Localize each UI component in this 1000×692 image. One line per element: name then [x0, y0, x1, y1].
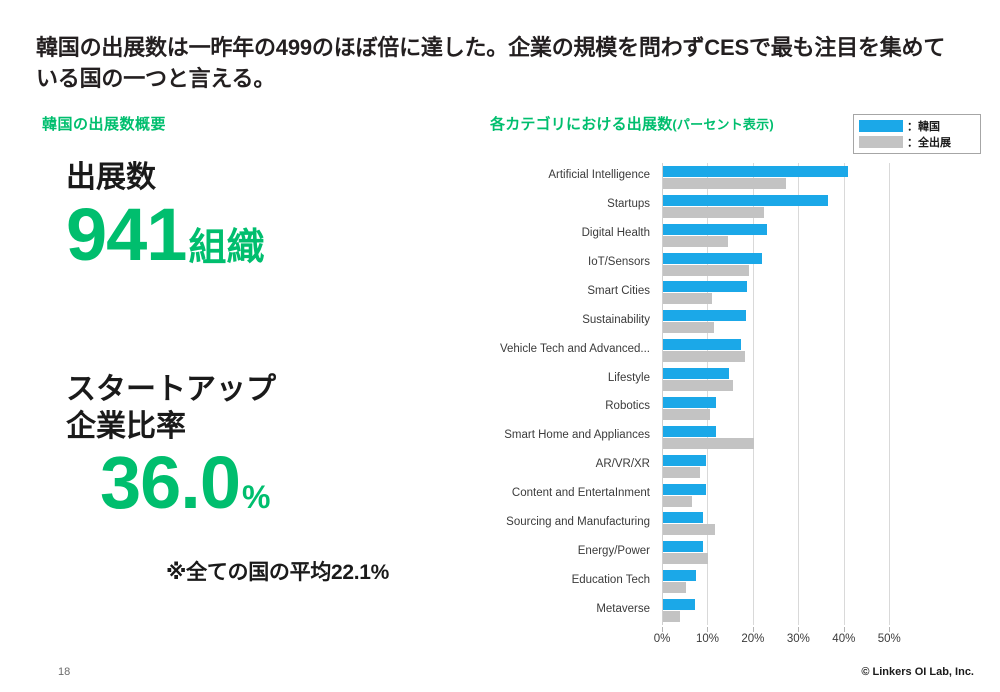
bar-all	[663, 177, 787, 189]
bar-all	[663, 235, 728, 247]
stat-startup-ratio-label-line1: スタートアップ	[66, 373, 276, 406]
gridline-30	[798, 163, 800, 625]
category-label: AR/VR/XR	[595, 458, 650, 471]
legend-item-korea: ：韓国	[859, 120, 975, 133]
bar-korea	[663, 425, 716, 437]
category-label: Digital Health	[581, 227, 650, 240]
stat-exhibitors-value-row: 941 組織	[66, 192, 265, 276]
category-label: Startups	[607, 198, 650, 211]
x-tick-label: 30%	[786, 633, 810, 645]
bar-all	[663, 206, 764, 218]
category-label: Artificial Intelligence	[548, 169, 650, 182]
bar-korea	[663, 194, 828, 206]
slide: 韓国の出展数は一昨年の499のほぼ倍に達した。企業の規模を問わずCESで最も注目…	[0, 0, 1000, 692]
stat-startup-ratio-label-line2: 企業比率	[66, 409, 186, 443]
chart-title-main: 各カテゴリにおける出展数	[490, 116, 673, 133]
stat-startup-ratio: スタートアップ 企業比率 36.0 %	[66, 372, 276, 520]
bar-korea	[663, 368, 729, 380]
bar-all	[663, 264, 750, 276]
stat-exhibitors-label: 出展数	[66, 161, 156, 194]
x-tick-label: 10%	[695, 633, 719, 645]
category-label: Education Tech	[571, 573, 650, 586]
gridline-50	[889, 163, 891, 625]
bar-all	[663, 293, 713, 305]
bar-korea	[663, 512, 703, 524]
slide-headline: 韓国の出展数は一昨年の499のほぼ倍に達した。企業の規模を問わずCESで最も注目…	[36, 35, 946, 92]
legend-item-all: ：全出展	[859, 136, 975, 149]
bar-chart: Artificial Intelligence Startups Digital H…	[470, 163, 940, 645]
bar-all	[663, 524, 715, 536]
gridline-40	[843, 163, 845, 625]
stat-startup-ratio-unit: %	[242, 479, 271, 516]
bar-all	[663, 495, 692, 507]
bar-all	[663, 582, 687, 594]
stat-exhibitors-value: 941	[66, 192, 187, 276]
x-tick-40	[843, 627, 845, 632]
x-tick-0	[662, 627, 663, 632]
x-tick-label: 40%	[832, 633, 856, 645]
bar-all	[663, 322, 714, 334]
category-label: Sourcing and Manufacturing	[506, 515, 650, 528]
bar-all	[663, 408, 711, 420]
stat-exhibitors-unit: 組織	[188, 226, 265, 269]
category-label: Smart Cities	[587, 284, 650, 297]
chart-title-paren: (パーセント表示)	[672, 117, 774, 132]
category-axis: Artificial Intelligence Startups Digital H…	[470, 163, 650, 625]
category-label: Sustainability	[582, 313, 650, 326]
stat-startup-ratio-value-row: 36.0 %	[100, 441, 276, 525]
bar-all	[663, 611, 680, 623]
x-tick-30	[798, 627, 800, 632]
category-label: Metaverse	[596, 602, 650, 615]
stat-startup-ratio-value: 36.0	[100, 441, 241, 525]
page-number: 18	[58, 666, 71, 678]
bar-korea	[663, 310, 746, 322]
category-label: Lifestyle	[607, 371, 650, 384]
bar-korea	[663, 223, 768, 235]
bar-korea	[663, 252, 763, 264]
bar-korea	[663, 570, 697, 582]
bar-korea	[663, 281, 747, 293]
category-label: IoT/Sensors	[588, 256, 650, 269]
category-label: Robotics	[605, 400, 650, 413]
bar-all	[663, 553, 708, 565]
bar-all	[663, 466, 700, 478]
legend-label-korea: ：韓国	[907, 121, 940, 133]
legend-swatch-all	[859, 136, 903, 148]
x-tick-10	[707, 627, 709, 632]
copyright-notice: © Linkers OI Lab, Inc.	[861, 666, 974, 678]
x-tick-50	[889, 627, 891, 632]
x-tick-label: 0%	[653, 633, 671, 645]
left-panel-subtitle: 韓国の出展数概要	[42, 116, 167, 133]
x-tick-label: 50%	[877, 633, 901, 645]
bar-korea	[663, 483, 706, 495]
category-label: Vehicle Tech and Advanced...	[499, 342, 650, 355]
chart-title: 各カテゴリにおける出展数(パーセント表示)	[490, 113, 774, 134]
bar-korea	[663, 165, 848, 177]
bar-all	[663, 437, 754, 449]
stat-exhibitors: 出展数 941 組織	[66, 160, 264, 271]
category-label: Smart Home and Appliances	[504, 429, 650, 442]
bar-korea	[663, 599, 696, 611]
bar-korea	[663, 396, 716, 408]
category-label: Content and EntertaInment	[511, 487, 650, 500]
bar-all	[663, 380, 733, 392]
x-tick-label: 20%	[741, 633, 765, 645]
x-tick-20	[752, 627, 754, 632]
bar-korea	[663, 339, 741, 351]
legend-swatch-korea	[859, 120, 903, 132]
chart-legend: ：韓国 ：全出展	[853, 114, 981, 154]
stat-startup-ratio-note: ※全ての国の平均22.1%	[166, 561, 390, 584]
bar-all	[663, 351, 745, 363]
category-label: Energy/Power	[577, 544, 650, 557]
plot-area: 0% 10% 20% 30% 40% 50%	[654, 163, 912, 645]
bar-korea	[663, 454, 706, 466]
bar-korea	[663, 541, 703, 553]
legend-label-all: ：全出展	[907, 137, 951, 149]
